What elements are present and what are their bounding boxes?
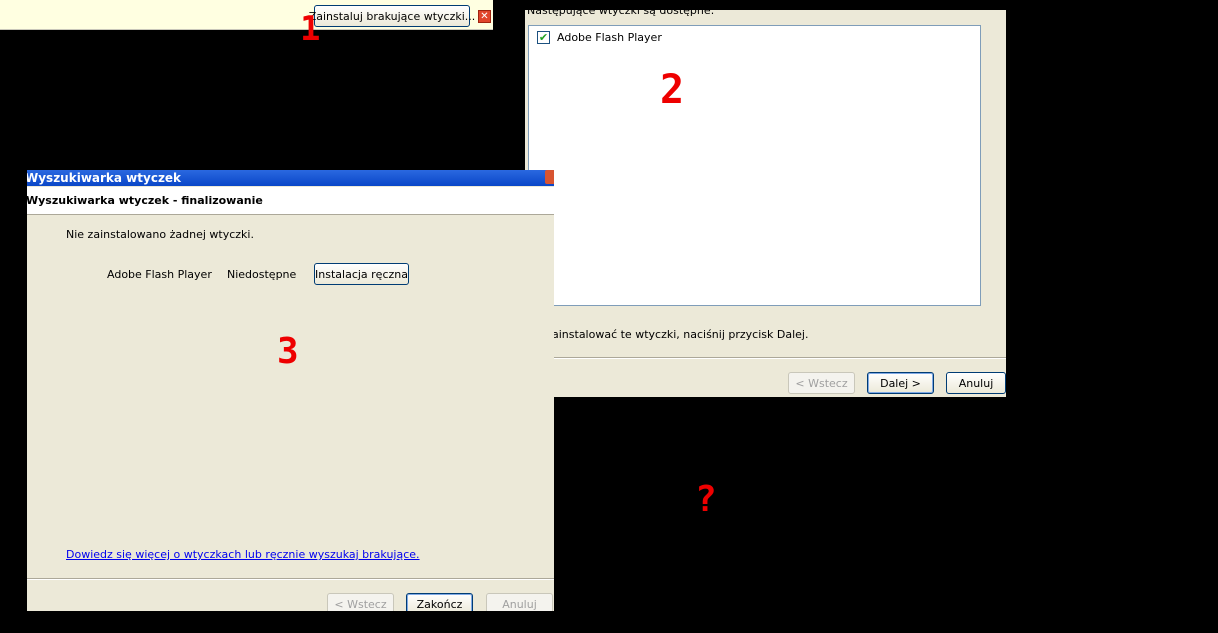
- question-marker: ?: [695, 479, 717, 520]
- available-plugins-header: Następujące wtyczki są dostępne:: [527, 4, 715, 17]
- plugin-status: Niedostępne: [227, 268, 297, 281]
- notification-bar: Zainstaluj brakujące wtyczki... ✕: [0, 0, 493, 30]
- close-icon[interactable]: ✕: [478, 10, 491, 23]
- plugin-checkbox[interactable]: ✔: [537, 31, 550, 44]
- learn-more-link[interactable]: Dowiedz się więcej o wtyczkach lub ręczn…: [66, 548, 420, 561]
- install-status-text: Nie zainstalowano żadnej wtyczki.: [66, 228, 254, 241]
- plugin-name: Adobe Flash Player: [107, 268, 212, 281]
- wizard-header: Wyszukiwarka wtyczek - finalizowanie: [27, 187, 554, 215]
- separator: [27, 578, 554, 580]
- marker-2: 2: [660, 67, 685, 113]
- cancel-button[interactable]: Anuluj: [946, 372, 1006, 394]
- plugin-list: ✔ Adobe Flash Player: [528, 25, 981, 306]
- finish-button[interactable]: Zakończ: [406, 593, 473, 611]
- back-button[interactable]: < Wstecz: [788, 372, 855, 394]
- separator: [525, 357, 1006, 359]
- window-close-icon[interactable]: [545, 170, 554, 184]
- cancel-button[interactable]: Anuluj: [486, 593, 553, 611]
- marker-3: 3: [277, 331, 299, 372]
- plugin-label: Adobe Flash Player: [557, 31, 662, 44]
- marker-1: 1: [300, 9, 321, 49]
- plugin-finder-dialog-available: Następujące wtyczki są dostępne: ✔ Adobe…: [525, 4, 1006, 397]
- manual-install-button[interactable]: Instalacja ręczna: [314, 263, 409, 285]
- title-bar: Wyszukiwarka wtyczek: [27, 170, 554, 186]
- next-button[interactable]: Dalej >: [867, 372, 934, 394]
- back-button[interactable]: < Wstecz: [327, 593, 394, 611]
- install-instruction-text: ainstalować te wtyczki, naciśnij przycis…: [552, 328, 809, 341]
- wizard-header-title: Wyszukiwarka wtyczek - finalizowanie: [27, 194, 263, 207]
- plugin-finder-dialog-finalizing: Wyszukiwarka wtyczek Wyszukiwarka wtycze…: [27, 170, 554, 611]
- window-title: Wyszukiwarka wtyczek: [27, 171, 182, 185]
- install-missing-plugins-button[interactable]: Zainstaluj brakujące wtyczki...: [309, 5, 475, 27]
